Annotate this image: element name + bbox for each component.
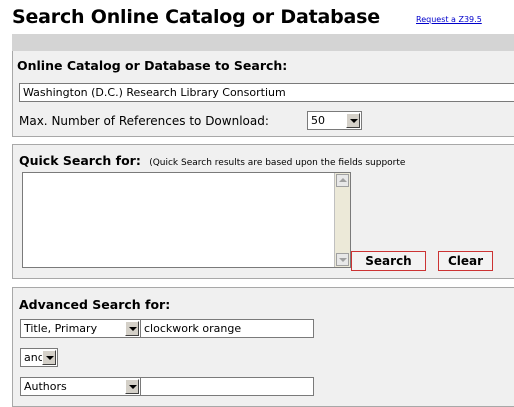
catalog-panel: Online Catalog or Database to Search: Wa… [12, 51, 514, 137]
page-title: Search Online Catalog or Database [12, 6, 380, 28]
catalog-select[interactable]: Washington (D.C.) Research Library Conso… [19, 83, 514, 102]
max-references-label: Max. Number of References to Download: [19, 114, 269, 128]
chevron-down-icon[interactable] [42, 350, 56, 365]
search-term-input-2[interactable] [140, 377, 314, 396]
clear-button[interactable]: Clear [438, 251, 493, 271]
chevron-down-icon[interactable] [125, 321, 139, 336]
chevron-down-icon[interactable] [346, 113, 360, 128]
field-select-2-value: Authors [24, 380, 67, 393]
quick-search-textarea[interactable] [22, 172, 351, 268]
quick-search-label: Quick Search for: [19, 153, 141, 168]
quick-search-note: (Quick Search results are based upon the… [149, 158, 406, 168]
advanced-search-panel: Advanced Search for: Title, Primary cloc… [12, 287, 514, 407]
search-button[interactable]: Search [351, 251, 426, 271]
textarea-scrollbar[interactable] [334, 173, 350, 267]
scroll-up-icon[interactable] [336, 174, 349, 187]
advanced-search-heading: Advanced Search for: [19, 297, 171, 312]
search-term-input-1[interactable]: clockwork orange [140, 319, 314, 338]
field-select-1[interactable]: Title, Primary [20, 319, 141, 338]
chevron-down-icon[interactable] [125, 379, 139, 394]
field-select-1-value: Title, Primary [24, 322, 98, 335]
max-references-select[interactable]: 50 [307, 111, 362, 130]
quick-search-panel: Quick Search for: (Quick Search results … [12, 144, 514, 279]
scroll-down-icon[interactable] [336, 253, 349, 266]
catalog-heading: Online Catalog or Database to Search: [17, 58, 288, 73]
operator-select[interactable]: and [20, 348, 58, 367]
field-select-2[interactable]: Authors [20, 377, 141, 396]
header-bar [12, 34, 514, 51]
max-references-value: 50 [311, 114, 325, 127]
quick-search-heading: Quick Search for: (Quick Search results … [19, 153, 405, 168]
request-z3950-link[interactable]: Request a Z39.5 [416, 15, 482, 24]
